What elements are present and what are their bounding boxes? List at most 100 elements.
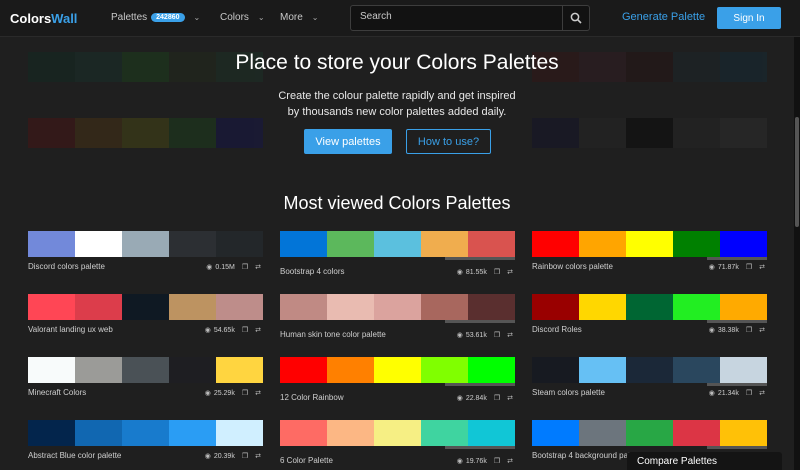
- compare-palettes-button[interactable]: Compare Palettes: [627, 452, 782, 470]
- copy-icon[interactable]: ❐: [494, 457, 500, 465]
- palette-swatches[interactable]: [280, 420, 515, 446]
- palette-card[interactable]: 12 Color Rainbow ◉ 22.84k ❐ ⇄: [280, 357, 515, 402]
- color-swatch[interactable]: [720, 294, 767, 320]
- nav-more[interactable]: More ⌄: [280, 12, 319, 23]
- palette-swatches[interactable]: [532, 231, 767, 257]
- color-swatch[interactable]: [169, 420, 216, 446]
- palette-name[interactable]: 12 Color Rainbow: [280, 393, 344, 402]
- color-swatch[interactable]: [374, 357, 421, 383]
- copy-icon[interactable]: ❐: [242, 263, 248, 271]
- color-swatch[interactable]: [626, 357, 673, 383]
- compare-icon[interactable]: ⇄: [507, 394, 513, 402]
- color-swatch[interactable]: [122, 420, 169, 446]
- color-swatch[interactable]: [468, 420, 515, 446]
- color-swatch[interactable]: [421, 420, 468, 446]
- copy-icon[interactable]: ❐: [494, 394, 500, 402]
- palette-card[interactable]: Discord Roles ◉ 38.38k ❐ ⇄: [532, 294, 767, 334]
- palette-card[interactable]: Discord colors palette ◉ 0.15M ❐ ⇄: [28, 231, 263, 271]
- color-swatch[interactable]: [673, 294, 720, 320]
- color-swatch[interactable]: [280, 357, 327, 383]
- sign-in-button[interactable]: Sign In: [717, 7, 781, 29]
- color-swatch[interactable]: [673, 420, 720, 446]
- palette-swatches[interactable]: [532, 420, 767, 446]
- color-swatch[interactable]: [327, 357, 374, 383]
- copy-icon[interactable]: ❐: [242, 452, 248, 460]
- compare-icon[interactable]: ⇄: [255, 389, 261, 397]
- color-swatch[interactable]: [75, 231, 122, 257]
- color-swatch[interactable]: [532, 231, 579, 257]
- color-swatch[interactable]: [75, 294, 122, 320]
- color-swatch[interactable]: [720, 357, 767, 383]
- color-swatch[interactable]: [374, 294, 421, 320]
- palette-swatches[interactable]: [532, 357, 767, 383]
- palette-card[interactable]: 6 Color Palette ◉ 19.76k ❐ ⇄: [280, 420, 515, 465]
- palette-card[interactable]: Human skin tone color palette ◉ 53.61k ❐ ⇄: [280, 294, 515, 339]
- color-swatch[interactable]: [122, 357, 169, 383]
- color-swatch[interactable]: [579, 231, 626, 257]
- palette-name[interactable]: Discord colors palette: [28, 262, 105, 271]
- palette-swatches[interactable]: [28, 294, 263, 320]
- color-swatch[interactable]: [532, 357, 579, 383]
- compare-icon[interactable]: ⇄: [759, 389, 765, 397]
- color-swatch[interactable]: [626, 231, 673, 257]
- palette-name[interactable]: Steam colors palette: [532, 388, 605, 397]
- color-swatch[interactable]: [626, 294, 673, 320]
- compare-icon[interactable]: ⇄: [507, 331, 513, 339]
- color-swatch[interactable]: [280, 420, 327, 446]
- site-logo[interactable]: ColorsWall: [10, 11, 77, 26]
- compare-icon[interactable]: ⇄: [507, 268, 513, 276]
- palette-name[interactable]: Bootstrap 4 colors: [280, 267, 344, 276]
- color-swatch[interactable]: [421, 357, 468, 383]
- color-swatch[interactable]: [28, 420, 75, 446]
- color-swatch[interactable]: [327, 420, 374, 446]
- compare-icon[interactable]: ⇄: [255, 263, 261, 271]
- nav-palettes[interactable]: Palettes 242860 ⌄: [111, 12, 200, 23]
- color-swatch[interactable]: [28, 357, 75, 383]
- copy-icon[interactable]: ❐: [494, 268, 500, 276]
- palette-swatches[interactable]: [28, 357, 263, 383]
- color-swatch[interactable]: [327, 231, 374, 257]
- nav-colors[interactable]: Colors ⌄: [220, 12, 265, 23]
- palette-name[interactable]: Rainbow colors palette: [532, 262, 613, 271]
- color-swatch[interactable]: [374, 231, 421, 257]
- palette-card[interactable]: Rainbow colors palette ◉ 71.87k ❐ ⇄: [532, 231, 767, 271]
- color-swatch[interactable]: [280, 231, 327, 257]
- color-swatch[interactable]: [673, 357, 720, 383]
- color-swatch[interactable]: [374, 420, 421, 446]
- color-swatch[interactable]: [532, 420, 579, 446]
- color-swatch[interactable]: [421, 231, 468, 257]
- palette-swatches[interactable]: [28, 231, 263, 257]
- color-swatch[interactable]: [216, 294, 263, 320]
- palette-card[interactable]: Minecraft Colors ◉ 25.29k ❐ ⇄: [28, 357, 263, 397]
- copy-icon[interactable]: ❐: [746, 326, 752, 334]
- color-swatch[interactable]: [169, 231, 216, 257]
- palette-name[interactable]: 6 Color Palette: [280, 456, 333, 465]
- scrollbar[interactable]: [794, 37, 800, 470]
- scrollbar-thumb[interactable]: [795, 117, 799, 227]
- copy-icon[interactable]: ❐: [242, 389, 248, 397]
- color-swatch[interactable]: [468, 357, 515, 383]
- palette-name[interactable]: Minecraft Colors: [28, 388, 86, 397]
- color-swatch[interactable]: [75, 357, 122, 383]
- color-swatch[interactable]: [421, 294, 468, 320]
- color-swatch[interactable]: [216, 420, 263, 446]
- color-swatch[interactable]: [327, 294, 374, 320]
- color-swatch[interactable]: [579, 357, 626, 383]
- color-swatch[interactable]: [280, 294, 327, 320]
- palette-swatches[interactable]: [532, 294, 767, 320]
- color-swatch[interactable]: [673, 231, 720, 257]
- view-palettes-button[interactable]: View palettes: [304, 129, 392, 154]
- color-swatch[interactable]: [468, 294, 515, 320]
- compare-icon[interactable]: ⇄: [255, 452, 261, 460]
- palette-name[interactable]: Valorant landing ux web: [28, 325, 113, 334]
- color-swatch[interactable]: [122, 294, 169, 320]
- color-swatch[interactable]: [122, 231, 169, 257]
- copy-icon[interactable]: ❐: [242, 326, 248, 334]
- compare-icon[interactable]: ⇄: [759, 326, 765, 334]
- color-swatch[interactable]: [626, 420, 673, 446]
- color-swatch[interactable]: [216, 357, 263, 383]
- generate-palette-link[interactable]: Generate Palette: [622, 11, 705, 23]
- palette-swatches[interactable]: [280, 294, 515, 320]
- palette-card[interactable]: Steam colors palette ◉ 21.34k ❐ ⇄: [532, 357, 767, 397]
- copy-icon[interactable]: ❐: [746, 389, 752, 397]
